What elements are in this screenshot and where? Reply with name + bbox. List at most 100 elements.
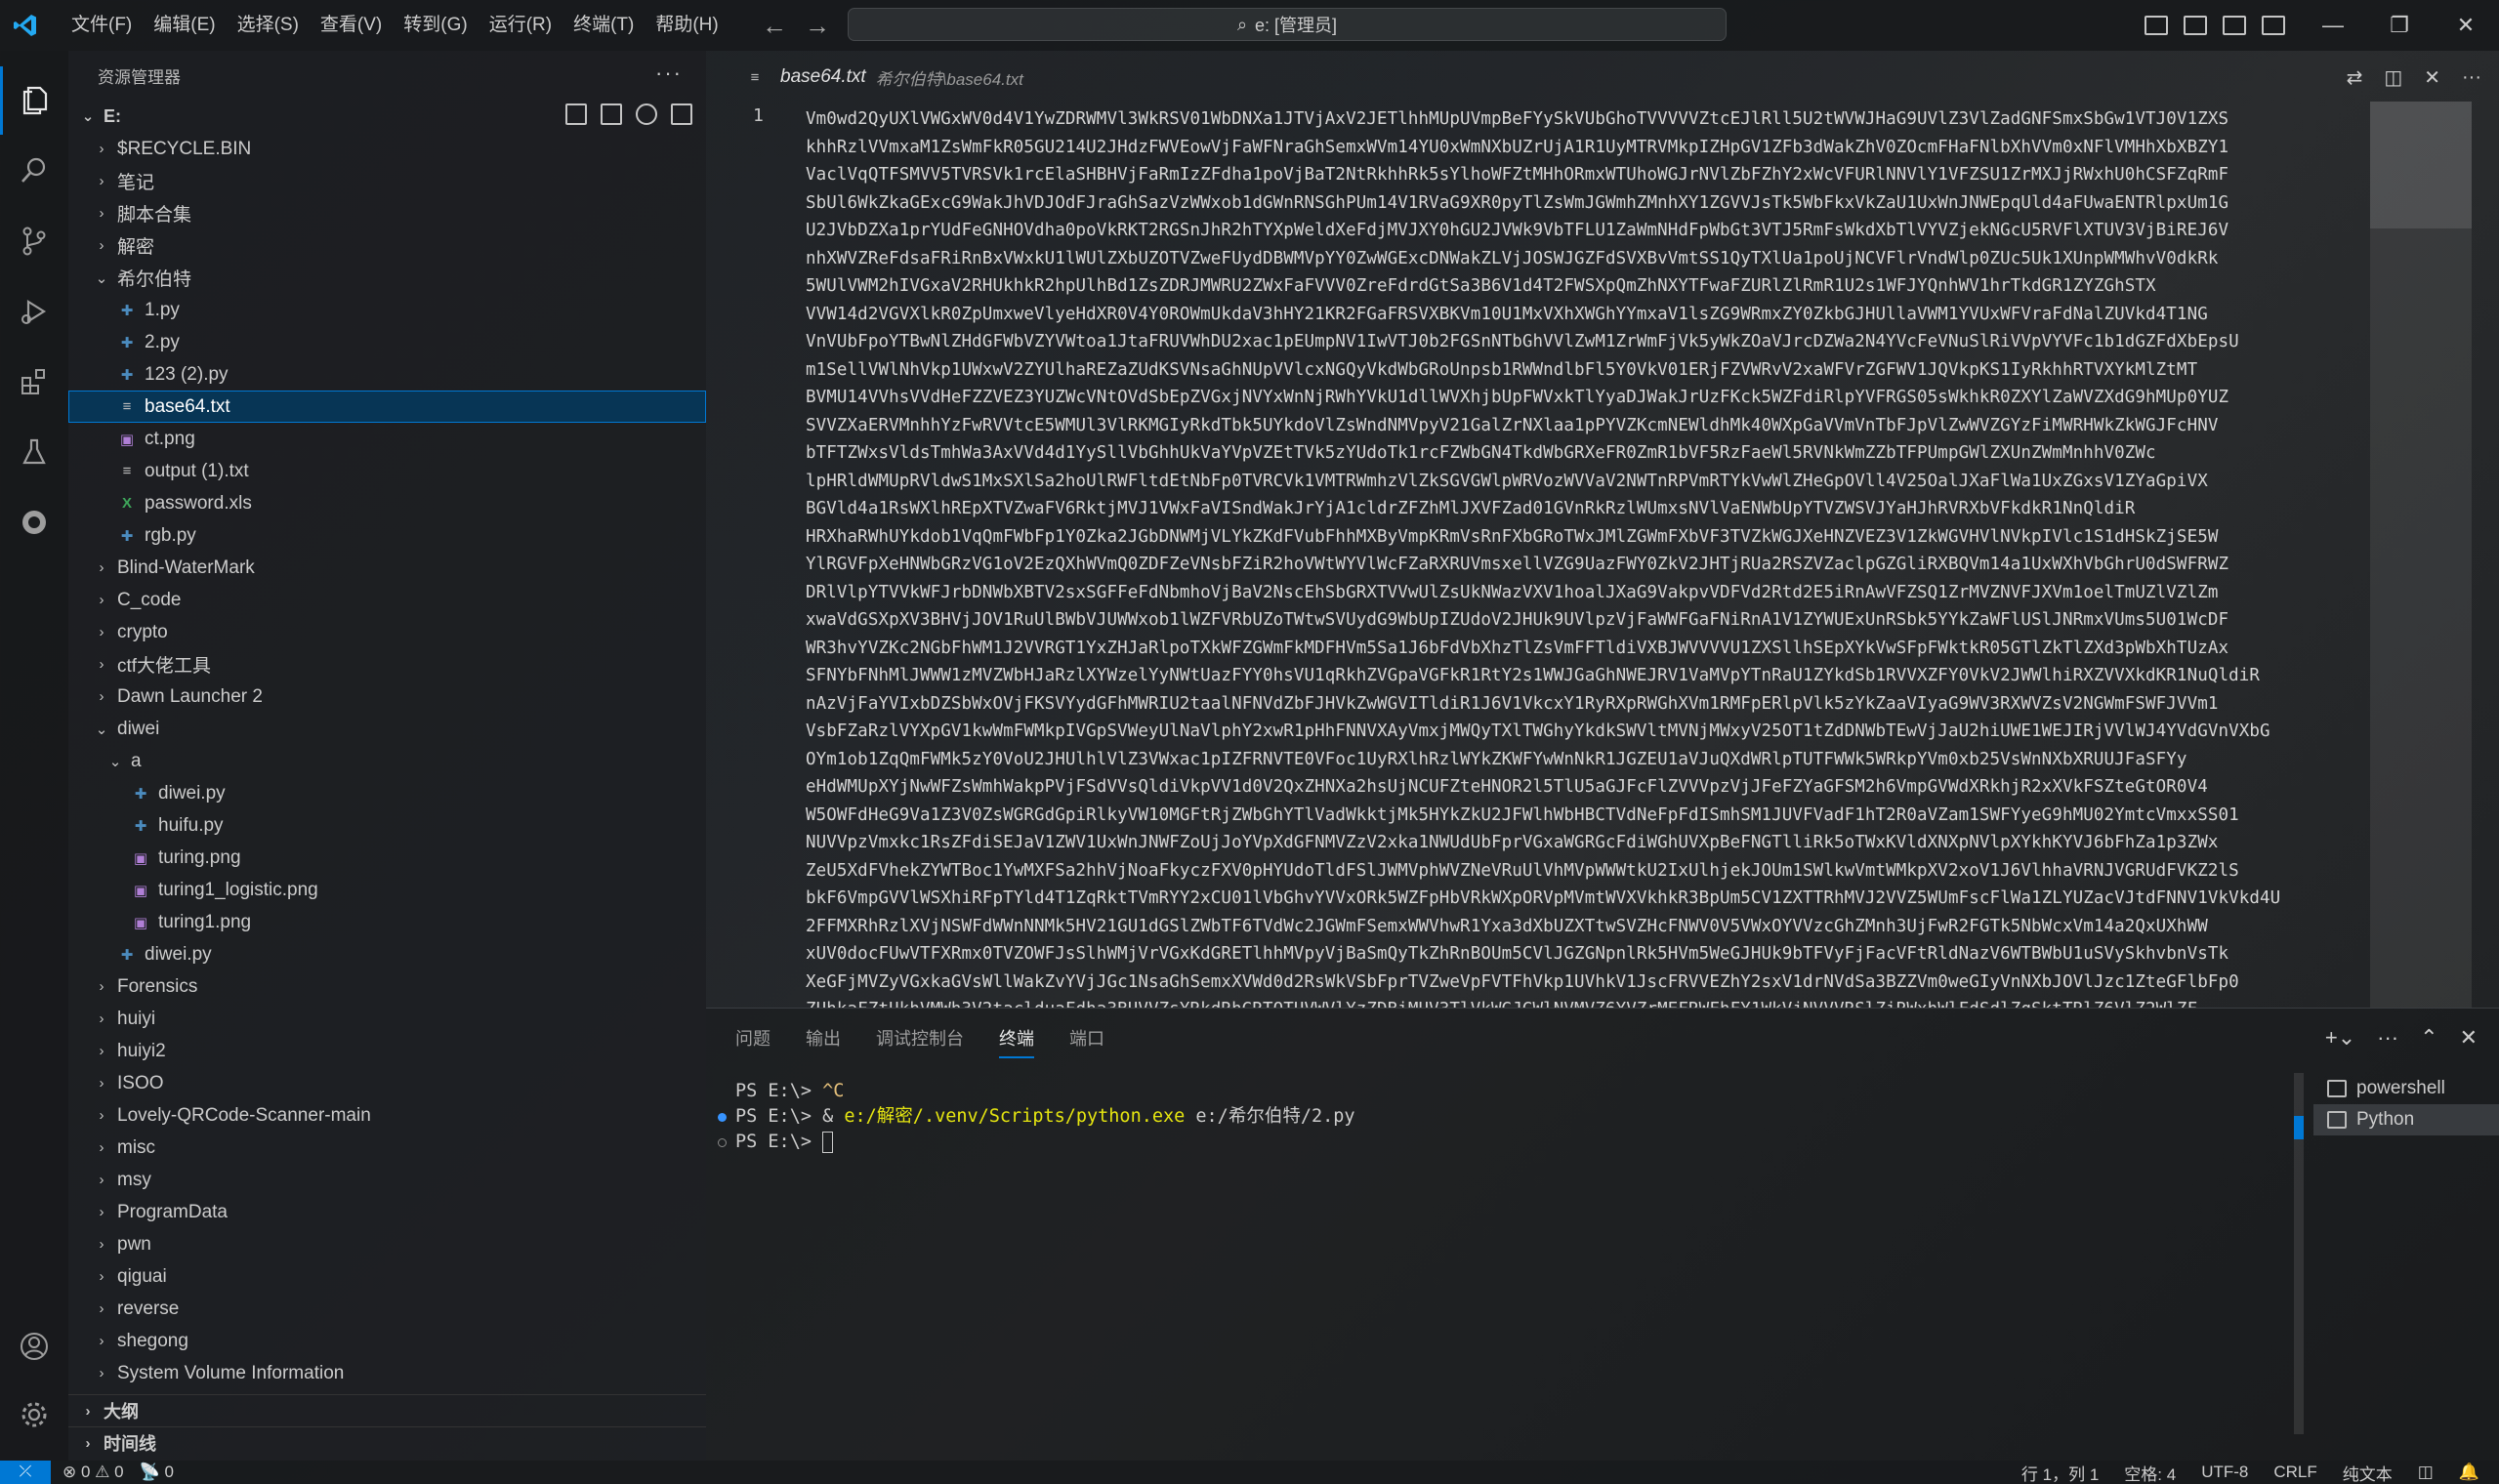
folder-item[interactable]: › System Volume Information: [68, 1357, 706, 1389]
code-content[interactable]: Vm0wd2QyUXlVWGxWV0d4V1YwZDRWMVl3WkRSV01W…: [806, 105, 2395, 1008]
ports-indicator[interactable]: 📡 0: [140, 1463, 174, 1482]
minimap[interactable]: [2370, 102, 2472, 1008]
workspace-root[interactable]: ⌄ E:: [68, 100, 706, 133]
encoding[interactable]: UTF-8: [2201, 1463, 2248, 1482]
testing-flask-icon[interactable]: [0, 418, 68, 486]
new-file-icon[interactable]: [565, 103, 587, 125]
command-success-dot-icon[interactable]: [718, 1113, 727, 1122]
code-editor[interactable]: 1 Vm0wd2QyUXlVWGxWV0d4V1YwZDRWMVl3WkRSV0…: [706, 98, 2499, 1008]
file-item[interactable]: ✚ huifu.py: [68, 809, 706, 842]
customize-layout-icon[interactable]: [2262, 16, 2285, 35]
more-actions-icon[interactable]: ···: [2462, 66, 2481, 89]
language-mode[interactable]: 纯文本: [2343, 1461, 2393, 1484]
folder-item[interactable]: › pwn: [68, 1228, 706, 1260]
notifications-bell-icon[interactable]: 🔔: [2459, 1463, 2479, 1482]
folder-item[interactable]: › ISOO: [68, 1067, 706, 1099]
file-item[interactable]: ▣ ct.png: [68, 423, 706, 455]
source-control-icon[interactable]: [0, 207, 68, 275]
close-panel-icon[interactable]: ✕: [2460, 1025, 2478, 1051]
file-item[interactable]: ▣ turing1.png: [68, 906, 706, 938]
cursor-position[interactable]: 行 1，列 1: [2021, 1461, 2099, 1484]
folder-item[interactable]: › huiyi: [68, 1003, 706, 1035]
new-terminal-icon[interactable]: +⌄: [2325, 1025, 2355, 1051]
toggle-secondary-sidebar-icon[interactable]: [2223, 16, 2246, 35]
close-editor-icon[interactable]: ✕: [2424, 65, 2440, 90]
file-item[interactable]: Xpassword.xls: [68, 487, 706, 519]
folder-item[interactable]: › 解密: [68, 229, 706, 262]
folder-item[interactable]: › 脚本合集: [68, 197, 706, 229]
minimize-icon[interactable]: —: [2300, 0, 2366, 51]
folder-item[interactable]: › C_code: [68, 584, 706, 616]
more-actions-icon[interactable]: ···: [2377, 1025, 2398, 1051]
terminal-item-python[interactable]: Python: [2313, 1104, 2499, 1135]
problems-indicator[interactable]: ⊗ 0 ⚠ 0: [62, 1463, 124, 1482]
restore-icon[interactable]: ❐: [2366, 0, 2433, 51]
menu-help[interactable]: 帮助(H): [645, 0, 729, 51]
refresh-icon[interactable]: [636, 103, 657, 125]
forward-arrow-icon[interactable]: →: [805, 11, 830, 41]
explorer-icon[interactable]: [0, 66, 68, 135]
copilot-icon[interactable]: ◫: [2418, 1463, 2434, 1482]
folder-item[interactable]: ⌄ a: [68, 745, 706, 777]
folder-item[interactable]: ⌄ diwei: [68, 713, 706, 745]
terminal-item-powershell[interactable]: powershell: [2313, 1073, 2499, 1104]
more-actions-icon[interactable]: ···: [655, 61, 683, 86]
end-of-line[interactable]: CRLF: [2273, 1463, 2316, 1482]
folder-item[interactable]: › huiyi2: [68, 1035, 706, 1067]
tab-terminal[interactable]: 终端: [999, 1025, 1034, 1058]
menu-selection[interactable]: 选择(S): [227, 0, 310, 51]
editor-tab-title[interactable]: base64.txt: [780, 66, 866, 88]
folder-item[interactable]: › misc: [68, 1132, 706, 1164]
outline-section[interactable]: › 大纲: [68, 1394, 706, 1426]
tab-debug-console[interactable]: 调试控制台: [876, 1025, 964, 1051]
file-item[interactable]: ✚ diwei.py: [68, 938, 706, 970]
search-icon[interactable]: [0, 137, 68, 205]
folder-item[interactable]: › msy: [68, 1164, 706, 1196]
file-item[interactable]: ✚ 1.py: [68, 294, 706, 326]
folder-item[interactable]: ⌄ 希尔伯特: [68, 262, 706, 294]
folder-item[interactable]: › Lovely-QRCode-Scanner-main: [68, 1099, 706, 1132]
collapse-all-icon[interactable]: [671, 103, 692, 125]
toggle-panel-icon[interactable]: [2184, 16, 2207, 35]
file-item[interactable]: ▣ turing.png: [68, 842, 706, 874]
file-item[interactable]: ✚ diwei.py: [68, 777, 706, 809]
remote-explorer-icon[interactable]: [0, 488, 68, 556]
folder-item[interactable]: › Blind-WaterMark: [68, 552, 706, 584]
split-editor-icon[interactable]: ◫: [2384, 65, 2402, 90]
maximize-panel-icon[interactable]: ⌃: [2420, 1025, 2437, 1051]
tab-problems[interactable]: 问题: [735, 1025, 771, 1051]
folder-item[interactable]: › shegong: [68, 1325, 706, 1357]
run-debug-icon[interactable]: [0, 277, 68, 346]
folder-item[interactable]: › $RECYCLE.BIN: [68, 133, 706, 165]
menu-edit[interactable]: 编辑(E): [143, 0, 226, 51]
file-item[interactable]: ≡ output (1).txt: [68, 455, 706, 487]
indentation[interactable]: 空格: 4: [2124, 1461, 2176, 1484]
menu-run[interactable]: 运行(R): [479, 0, 562, 51]
terminal-output[interactable]: PS E:\> ^C PS E:\> & e:/解密/.venv/Scripts…: [718, 1079, 1355, 1155]
timeline-section[interactable]: › 时间线: [68, 1426, 706, 1459]
menu-file[interactable]: 文件(F): [61, 0, 143, 51]
toggle-primary-sidebar-icon[interactable]: [2145, 16, 2168, 35]
command-pending-dot-icon[interactable]: [718, 1138, 727, 1147]
extensions-icon[interactable]: [0, 348, 68, 416]
tab-ports[interactable]: 端口: [1069, 1025, 1104, 1051]
file-item[interactable]: ✚ 123 (2).py: [68, 358, 706, 391]
menu-go[interactable]: 转到(G): [393, 0, 478, 51]
compare-icon[interactable]: ⇄: [2347, 65, 2363, 90]
file-item[interactable]: ▣ turing1_logistic.png: [68, 874, 706, 906]
settings-gear-icon[interactable]: [0, 1381, 68, 1449]
account-icon[interactable]: [0, 1312, 68, 1381]
file-item[interactable]: ✚ 2.py: [68, 326, 706, 358]
menu-view[interactable]: 查看(V): [310, 0, 393, 51]
folder-item[interactable]: › qiguai: [68, 1260, 706, 1293]
folder-item[interactable]: › Dawn Launcher 2: [68, 680, 706, 713]
tab-output[interactable]: 输出: [806, 1025, 841, 1051]
command-center-search[interactable]: ⌕ e: [管理员]: [848, 8, 1727, 41]
folder-item[interactable]: › 笔记: [68, 165, 706, 197]
folder-item[interactable]: › reverse: [68, 1293, 706, 1325]
close-icon[interactable]: ✕: [2433, 0, 2499, 51]
file-item[interactable]: ✚ rgb.py: [68, 519, 706, 552]
back-arrow-icon[interactable]: ←: [762, 11, 787, 41]
folder-item[interactable]: › ctf大佬工具: [68, 648, 706, 680]
folder-item[interactable]: › Forensics: [68, 970, 706, 1003]
